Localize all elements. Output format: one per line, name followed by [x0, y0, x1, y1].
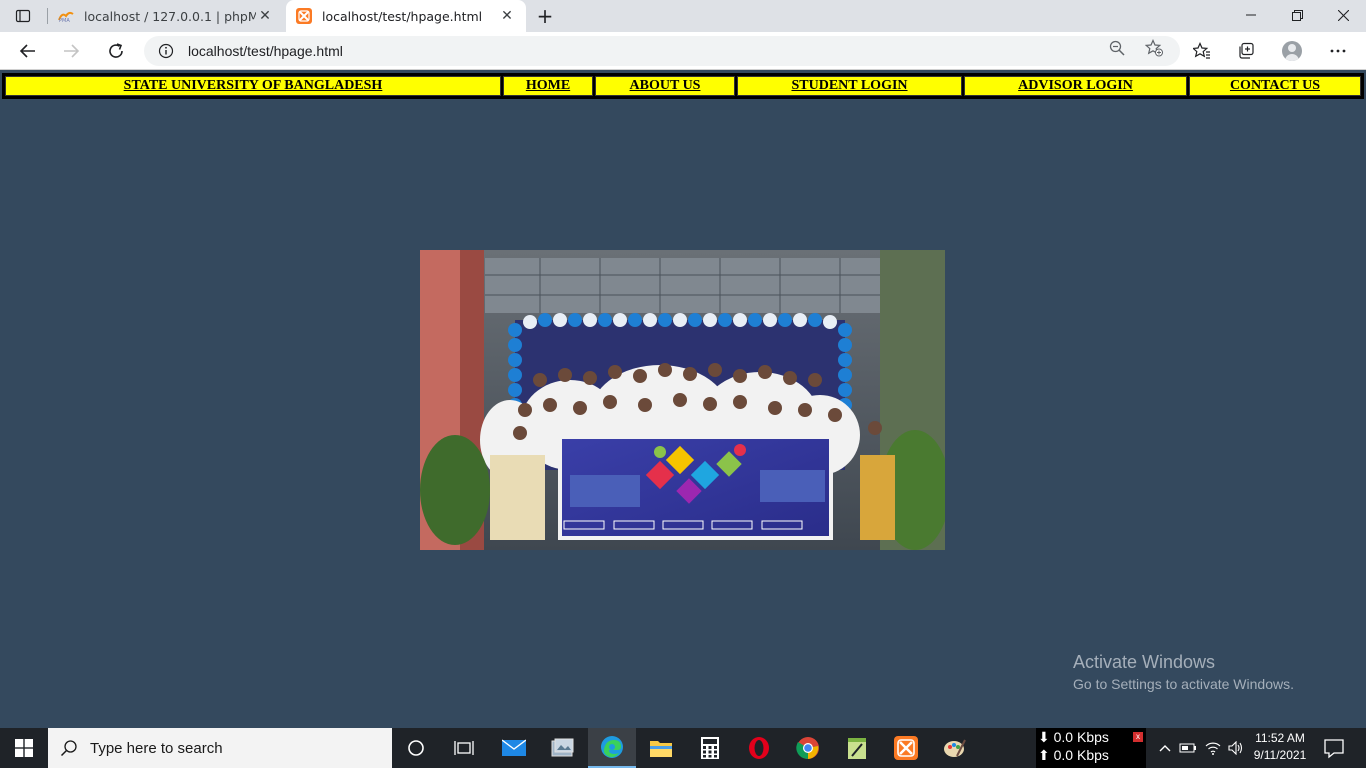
close-tab-icon[interactable]: ✕: [256, 7, 274, 25]
download-speed: ⬇ 0.0 Kbps: [1038, 729, 1109, 745]
tab-title: localhost/test/hpage.html: [322, 8, 483, 24]
tab-actions-icon[interactable]: [0, 0, 46, 32]
more-options-icon[interactable]: [1322, 35, 1354, 67]
url-text: localhost/test/hpage.html: [188, 43, 343, 59]
nav-item-about[interactable]: ABOUT US: [595, 76, 735, 96]
new-tab-icon[interactable]: +: [532, 3, 558, 29]
address-bar[interactable]: localhost/test/hpage.html: [144, 36, 1180, 66]
group-photo-image: [420, 250, 945, 550]
wifi-icon[interactable]: [1203, 738, 1223, 758]
watermark-title: Activate Windows: [1073, 652, 1216, 672]
browser-tab-strip: PMA localhost / 127.0.0.1 | phpMyAdmin ✕…: [0, 0, 1366, 32]
mail-icon[interactable]: [490, 728, 538, 768]
svg-text:PMA: PMA: [59, 18, 70, 22]
nav-item-student-login[interactable]: STUDENT LOGIN: [737, 76, 962, 96]
brand-link[interactable]: STATE UNIVERSITY OF BANGLADESH: [124, 78, 383, 93]
favorites-icon[interactable]: [1186, 35, 1218, 67]
photos-app-icon[interactable]: [539, 728, 587, 768]
restore-icon[interactable]: [1274, 0, 1320, 30]
clock-time: 11:52 AM: [1255, 731, 1305, 745]
file-explorer-icon[interactable]: [637, 728, 685, 768]
phpmyadmin-icon: PMA: [58, 8, 74, 24]
notepad-plus-icon[interactable]: [833, 728, 881, 768]
calculator-icon[interactable]: [686, 728, 734, 768]
close-meter-icon[interactable]: x: [1133, 732, 1143, 742]
taskbar-search-box[interactable]: Type here to search: [48, 728, 392, 768]
network-speed-meter: ⬇ 0.0 Kbps ⬆ 0.0 Kbps x: [1036, 728, 1146, 768]
battery-icon[interactable]: [1178, 738, 1198, 758]
tab-hpage[interactable]: localhost/test/hpage.html ✕: [286, 0, 526, 32]
nav-item-advisor-login[interactable]: ADVISOR LOGIN: [964, 76, 1187, 96]
paint-app-icon[interactable]: [931, 728, 979, 768]
nav-item-contact[interactable]: CONTACT US: [1189, 76, 1361, 96]
volume-icon[interactable]: [1226, 738, 1246, 758]
upload-speed: ⬆ 0.0 Kbps: [1038, 747, 1109, 763]
page-content: STATE UNIVERSITY OF BANGLADESH HOME ABOU…: [0, 71, 1366, 728]
opera-browser-icon[interactable]: [735, 728, 783, 768]
nav-item-brand[interactable]: STATE UNIVERSITY OF BANGLADESH: [5, 76, 501, 96]
nav-item-home[interactable]: HOME: [503, 76, 593, 96]
search-icon: [60, 739, 78, 757]
system-clock[interactable]: 11:52 AM 9/11/2021: [1248, 730, 1312, 764]
main-navigation: STATE UNIVERSITY OF BANGLADESH HOME ABOU…: [2, 73, 1364, 99]
cortana-icon[interactable]: [392, 728, 440, 768]
close-tab-icon[interactable]: ✕: [498, 7, 516, 25]
zoom-icon[interactable]: [1106, 37, 1128, 59]
task-view-icon[interactable]: [440, 728, 488, 768]
advisor-login-link[interactable]: ADVISOR LOGIN: [1018, 78, 1133, 93]
windows-taskbar: Type here to search ⬇ 0.0 Kbps ⬆ 0.0 Kbp…: [0, 728, 1366, 768]
windows-start-icon[interactable]: [0, 728, 48, 768]
student-login-link[interactable]: STUDENT LOGIN: [791, 78, 907, 93]
search-placeholder: Type here to search: [90, 739, 223, 757]
chrome-browser-icon[interactable]: [784, 728, 832, 768]
close-window-icon[interactable]: [1320, 0, 1366, 30]
contact-link[interactable]: CONTACT US: [1230, 78, 1320, 93]
back-arrow-icon[interactable]: [12, 35, 44, 67]
profile-avatar[interactable]: [1282, 41, 1302, 61]
notifications-icon[interactable]: [1322, 736, 1346, 760]
xampp-icon: [296, 8, 312, 24]
xampp-control-icon[interactable]: [882, 728, 930, 768]
collections-icon[interactable]: [1230, 35, 1262, 67]
show-hidden-icons-chevron-icon[interactable]: [1155, 738, 1175, 758]
home-link[interactable]: HOME: [526, 78, 570, 93]
clock-date: 9/11/2021: [1253, 748, 1307, 762]
browser-toolbar: localhost/test/hpage.html: [0, 32, 1366, 70]
about-link[interactable]: ABOUT US: [630, 78, 701, 93]
forward-arrow-icon[interactable]: [55, 35, 87, 67]
tab-title: localhost / 127.0.0.1 | phpMyAdmin: [84, 8, 256, 24]
refresh-icon[interactable]: [100, 35, 132, 67]
minimize-icon[interactable]: [1228, 0, 1274, 30]
activation-watermark: Activate Windows Go to Settings to activ…: [1073, 650, 1294, 694]
download-speed-value: 0.0 Kbps: [1053, 729, 1109, 745]
add-favorite-icon[interactable]: [1143, 37, 1165, 59]
watermark-subtitle: Go to Settings to activate Windows.: [1073, 676, 1294, 692]
tab-phpmyadmin[interactable]: PMA localhost / 127.0.0.1 | phpMyAdmin ✕: [48, 0, 284, 32]
edge-browser-icon[interactable]: [588, 728, 636, 768]
site-info-icon[interactable]: [156, 41, 176, 61]
upload-speed-value: 0.0 Kbps: [1053, 747, 1109, 763]
